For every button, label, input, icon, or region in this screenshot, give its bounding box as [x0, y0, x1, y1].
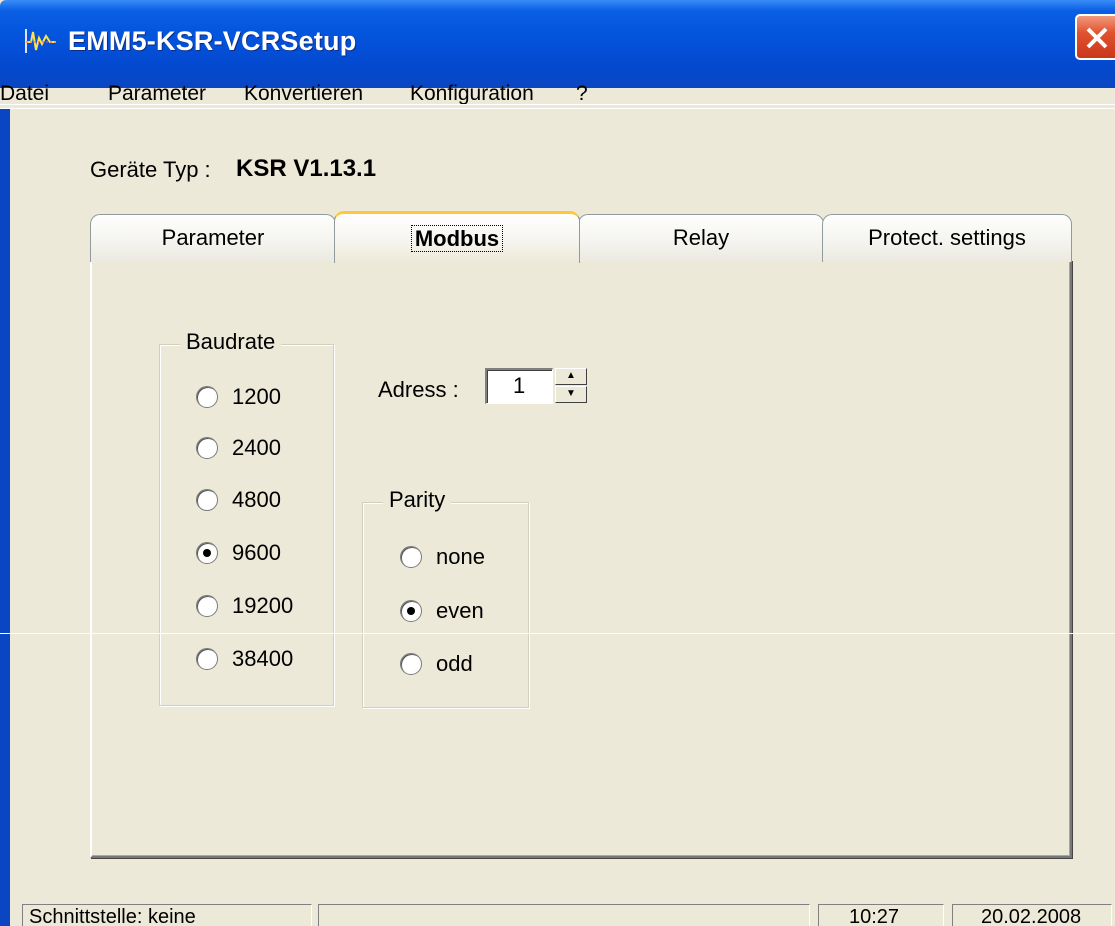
- radio-button[interactable]: [196, 437, 218, 459]
- radio-label: odd: [436, 651, 473, 676]
- arrow-up-icon: ▲: [566, 370, 576, 381]
- tab-parameter[interactable]: Parameter: [90, 214, 336, 262]
- menu-divider: [0, 104, 1115, 105]
- radio-label: even: [436, 598, 484, 623]
- close-icon: [1086, 27, 1108, 49]
- tab-relay[interactable]: Relay: [578, 214, 824, 262]
- radio-dot: [407, 607, 415, 615]
- app-signal-icon: [25, 29, 56, 53]
- tab-modbus[interactable]: Modbus: [334, 211, 580, 263]
- tab-protect-settings-label: Protect. settings: [868, 225, 1026, 250]
- radio-label: 38400: [232, 646, 294, 671]
- address-label: Adress :: [378, 377, 459, 402]
- radio-label: 2400: [232, 435, 281, 460]
- status-middle: [318, 904, 810, 926]
- status-date: 20.02.2008: [952, 904, 1112, 926]
- address-input[interactable]: 1: [485, 368, 553, 404]
- status-time: 10:27: [818, 904, 944, 926]
- status-interface: Schnittstelle: keine: [22, 904, 312, 926]
- menu-konvertieren[interactable]: Konvertieren: [244, 82, 363, 106]
- menu-parameter[interactable]: Parameter: [108, 82, 206, 106]
- close-button[interactable]: [1075, 14, 1115, 60]
- spin-down-button[interactable]: ▼: [555, 386, 587, 403]
- radio-button[interactable]: [196, 648, 218, 670]
- tab-parameter-label: Parameter: [161, 225, 265, 250]
- radio-label: 9600: [232, 540, 281, 565]
- radio-button[interactable]: [400, 546, 422, 568]
- radio-label: 19200: [232, 593, 294, 618]
- device-type-label: Geräte Typ :: [90, 157, 211, 182]
- window-title: EMM5-KSR-VCRSetup: [68, 26, 357, 56]
- tab-modbus-label: Modbus: [410, 225, 504, 252]
- radio-button-selected[interactable]: [400, 600, 422, 622]
- menu-datei[interactable]: Datei: [0, 82, 49, 106]
- menu-help[interactable]: ?: [576, 82, 588, 106]
- tab-relay-label: Relay: [672, 225, 730, 250]
- radio-button[interactable]: [196, 489, 218, 511]
- radio-button[interactable]: [400, 653, 422, 675]
- radio-button-selected[interactable]: [196, 542, 218, 564]
- spin-up-button[interactable]: ▲: [555, 368, 587, 385]
- radio-button[interactable]: [196, 595, 218, 617]
- radio-label: 4800: [232, 487, 281, 512]
- arrow-down-icon: ▼: [566, 388, 576, 399]
- title-bar[interactable]: EMM5-KSR-VCRSetup: [0, 0, 1115, 88]
- radio-label: none: [436, 544, 485, 569]
- menu-konfiguration[interactable]: Konfiguration: [410, 82, 534, 106]
- tab-protect-settings[interactable]: Protect. settings: [822, 214, 1072, 262]
- window-left-border: [0, 88, 10, 926]
- render-artifact-line: [0, 633, 1115, 634]
- device-type-value: KSR V1.13.1: [236, 155, 377, 182]
- radio-dot: [203, 549, 211, 557]
- radio-label: 1200: [232, 384, 281, 409]
- parity-legend: Parity: [383, 487, 452, 513]
- radio-button[interactable]: [196, 386, 218, 408]
- baudrate-legend: Baudrate: [180, 329, 282, 355]
